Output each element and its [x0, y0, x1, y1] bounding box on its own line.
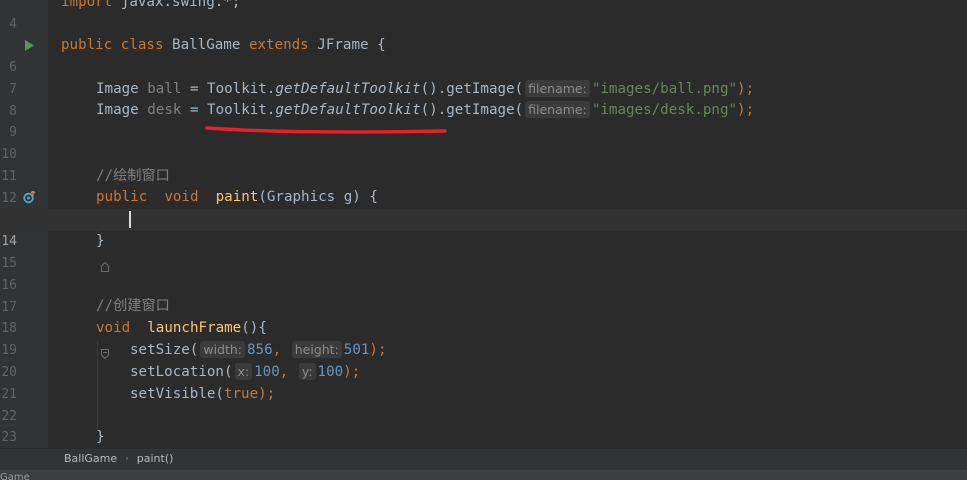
- code-line[interactable]: 24 }: [0, 427, 967, 448]
- code-line[interactable]: 21 setLocation(x: 100, y: 100);: [0, 362, 967, 402]
- line-number: 4: [9, 16, 17, 32]
- parameter-hint: height:: [291, 341, 342, 358]
- code-text: void launchFrame(){: [96, 320, 267, 336]
- parameter-hint: width:: [200, 341, 246, 358]
- code-text: setLocation(x: 100, y: 100);: [130, 363, 361, 380]
- fold-icon[interactable]: [50, 432, 58, 442]
- code-line[interactable]: 8 Image ball = Toolkit.getDefaultToolkit…: [0, 79, 967, 119]
- tool-window-strip: Game: [0, 469, 967, 480]
- override-icon[interactable]: [22, 187, 36, 209]
- code-text: }: [96, 429, 105, 445]
- breadcrumb-item-class[interactable]: BallGame: [62, 449, 119, 469]
- code-text: public void paint(Graphics g) {: [96, 189, 378, 205]
- code-editor[interactable]: 4 import javax.swing.*; 6 public class B…: [0, 0, 967, 448]
- code-line[interactable]: 11: [0, 144, 967, 184]
- breadcrumb-item-method[interactable]: paint(): [135, 449, 176, 469]
- code-line[interactable]: 13 public void paint(Graphics g) {: [0, 187, 967, 229]
- code-text: Image desk = Toolkit.getDefaultToolkit()…: [96, 101, 755, 118]
- code-line[interactable]: 4 import javax.swing.*;: [0, 0, 967, 32]
- code-line[interactable]: 7: [0, 57, 967, 97]
- text-caret: [129, 211, 131, 228]
- code-text: import javax.swing.*;: [61, 0, 241, 10]
- code-line[interactable]: 19 void launchFrame(){: [0, 318, 967, 360]
- code-line[interactable]: 6 public class BallGame extends JFrame {: [0, 35, 967, 75]
- breadcrumb: BallGame › paint(): [0, 448, 967, 469]
- code-text: setVisible(true);: [130, 386, 276, 402]
- chevron-right-icon: ›: [125, 454, 129, 464]
- fold-icon[interactable]: [50, 192, 110, 229]
- fold-icon[interactable]: [50, 236, 110, 272]
- code-line[interactable]: 16: [0, 253, 967, 293]
- code-line[interactable]: 20 setSize(width: 856, height: 501);: [0, 340, 967, 380]
- code-text: }: [96, 233, 105, 249]
- fold-icon[interactable]: [50, 323, 110, 360]
- parameter-hint: x:: [234, 363, 253, 380]
- code-line[interactable]: 22 setVisible(true);: [0, 384, 967, 424]
- code-line[interactable]: 10: [0, 122, 967, 162]
- code-line[interactable]: 17: [0, 275, 967, 315]
- parameter-hint: filename:: [525, 80, 590, 97]
- code-line-current[interactable]: 14: [0, 209, 967, 249]
- code-line[interactable]: 18 //创建窗口: [0, 296, 967, 336]
- code-comment: //创建窗口: [96, 298, 170, 314]
- code-text: Image ball = Toolkit.getDefaultToolkit()…: [96, 80, 755, 97]
- code-line[interactable]: 15 }: [0, 231, 967, 272]
- code-line[interactable]: 23: [0, 405, 967, 445]
- code-comment: //绘制窗口: [96, 168, 170, 184]
- code-text: public class BallGame extends JFrame {: [61, 37, 386, 53]
- code-text: setSize(width: 856, height: 501);: [130, 341, 387, 358]
- parameter-hint: filename:: [525, 101, 590, 118]
- run-icon[interactable]: [22, 35, 36, 57]
- code-line[interactable]: 9 Image desk = Toolkit.getDefaultToolkit…: [0, 100, 967, 140]
- parameter-hint: y:: [298, 363, 316, 380]
- code-line[interactable]: 12 //绘制窗口: [0, 166, 967, 206]
